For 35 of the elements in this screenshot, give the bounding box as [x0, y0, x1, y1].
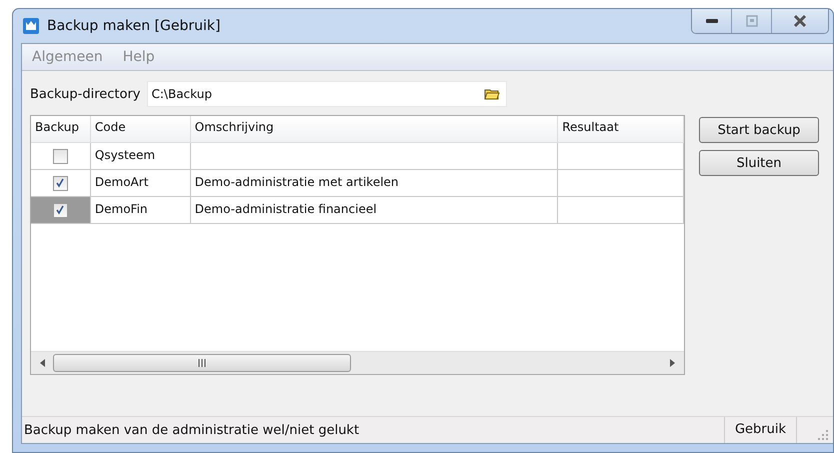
minimize-button[interactable]	[692, 9, 732, 33]
window-title: Backup maken [Gebruik]	[47, 18, 220, 34]
scroll-left-icon[interactable]	[39, 358, 47, 368]
checkbox[interactable]	[52, 148, 68, 164]
table-cell: Demo-administratie met artikelen	[190, 170, 558, 197]
directory-field[interactable]: C:\Backup	[146, 81, 506, 107]
table-cell: Qsysteem	[90, 143, 191, 170]
status-mode: Gebruik	[724, 417, 797, 443]
scroll-thumb[interactable]	[53, 354, 351, 372]
column-header[interactable]: Omschrijving	[190, 116, 558, 143]
column-header[interactable]: Backup	[31, 116, 91, 143]
column-header[interactable]: Code	[90, 116, 191, 143]
resize-grip-icon[interactable]	[817, 429, 829, 441]
checkbox[interactable]	[52, 176, 68, 190]
horizontal-scrollbar[interactable]	[31, 351, 684, 374]
action-button[interactable]: Start backup	[699, 117, 819, 143]
table-cell[interactable]	[31, 197, 91, 224]
minimize-icon	[704, 18, 718, 24]
maximize-icon	[746, 15, 758, 27]
close-button[interactable]	[772, 9, 828, 33]
column-header[interactable]: Resultaat	[558, 116, 684, 143]
directory-label: Backup-directory	[30, 86, 140, 102]
close-icon	[792, 14, 808, 28]
folder-icon[interactable]	[484, 87, 500, 101]
table-cell[interactable]	[31, 143, 91, 170]
table-cell: Demo-administratie financieel	[190, 197, 558, 224]
scroll-right-icon[interactable]	[668, 358, 676, 368]
checkmark-icon	[55, 178, 66, 188]
table-cell: DemoFin	[90, 197, 191, 224]
table-cell: DemoArt	[90, 170, 191, 197]
checkbox[interactable]	[52, 202, 68, 218]
status-message: Backup maken van de administratie wel/niet gelukt	[23, 422, 360, 438]
action-button[interactable]: Sluiten	[699, 150, 819, 176]
checkmark-icon	[55, 205, 66, 215]
crown-icon	[23, 18, 39, 34]
